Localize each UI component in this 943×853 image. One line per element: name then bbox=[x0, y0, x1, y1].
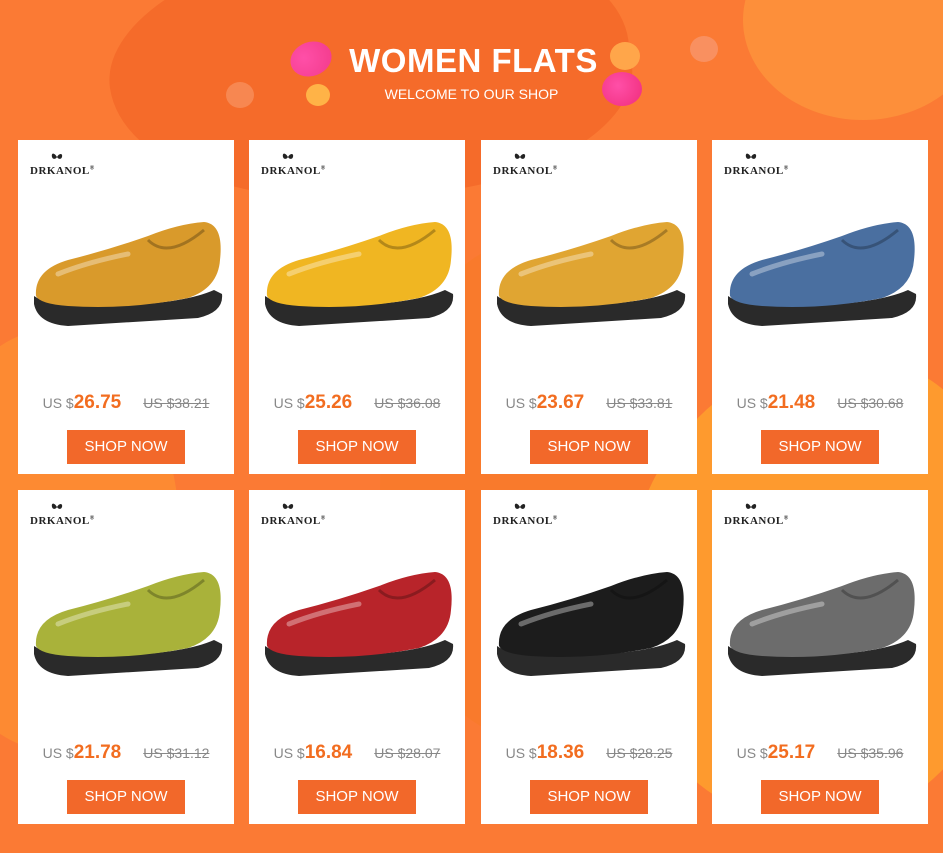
sale-price: 25.26 bbox=[304, 392, 353, 413]
silver-loafer-icon bbox=[728, 572, 917, 676]
product-card[interactable]: DRKANOL® US $25.26 US $36.08 SHOP NOW bbox=[249, 140, 465, 474]
shop-now-button[interactable]: SHOP NOW bbox=[761, 780, 879, 814]
flower-flat-icon bbox=[34, 572, 223, 676]
product-card[interactable]: DRKANOL® US $23.67 US $33.81 SHOP NOW bbox=[481, 140, 697, 474]
original-price: US $38.21 bbox=[143, 395, 210, 411]
product-card[interactable]: DRKANOL® US $18.36 US $28.25 SHOP NOW bbox=[481, 490, 697, 824]
brand-name: DRKANOL bbox=[724, 515, 784, 527]
original-price: US $35.96 bbox=[837, 745, 904, 761]
brand-name: DRKANOL bbox=[261, 515, 321, 527]
price-row: US $25.26 US $36.08 bbox=[249, 392, 465, 414]
banner-header: WOMEN FLATS WELCOME TO OUR SHOP bbox=[0, 42, 943, 102]
page-title: WOMEN FLATS bbox=[349, 42, 598, 79]
original-price: US $33.81 bbox=[606, 395, 673, 411]
currency-label: US $ bbox=[505, 745, 537, 761]
currency-label: US $ bbox=[273, 395, 305, 411]
brand-name: DRKANOL bbox=[493, 165, 553, 177]
sale-price: 23.67 bbox=[536, 392, 585, 413]
butterfly-icon bbox=[514, 153, 526, 159]
brand-logo: DRKANOL® bbox=[30, 150, 95, 177]
product-card[interactable]: DRKANOL® US $21.48 US $30.68 SHOP NOW bbox=[712, 140, 928, 474]
page-subtitle: WELCOME TO OUR SHOP bbox=[384, 86, 559, 102]
shop-now-button[interactable]: SHOP NOW bbox=[67, 780, 185, 814]
price-row: US $16.84 US $28.07 bbox=[249, 742, 465, 764]
sale-price: 18.36 bbox=[536, 742, 585, 763]
shop-now-button[interactable]: SHOP NOW bbox=[761, 430, 879, 464]
product-card[interactable]: DRKANOL® US $16.84 US $28.07 SHOP NOW bbox=[249, 490, 465, 824]
butterfly-icon bbox=[745, 503, 757, 509]
brand-logo: DRKANOL® bbox=[261, 500, 326, 527]
butterfly-icon bbox=[514, 503, 526, 509]
brand-logo: DRKANOL® bbox=[724, 150, 789, 177]
brand-name: DRKANOL bbox=[30, 165, 90, 177]
brand-logo: DRKANOL® bbox=[493, 150, 558, 177]
red-lace-up-shoe-icon bbox=[265, 572, 454, 676]
sale-price: 25.17 bbox=[767, 742, 816, 763]
original-price: US $28.25 bbox=[606, 745, 673, 761]
product-card[interactable]: DRKANOL® US $25.17 US $35.96 SHOP NOW bbox=[712, 490, 928, 824]
price-row: US $18.36 US $28.25 bbox=[481, 742, 697, 764]
original-price: US $28.07 bbox=[374, 745, 441, 761]
shop-now-button[interactable]: SHOP NOW bbox=[67, 430, 185, 464]
shop-now-button[interactable]: SHOP NOW bbox=[298, 430, 416, 464]
price-row: US $23.67 US $33.81 bbox=[481, 392, 697, 414]
product-card[interactable]: DRKANOL® US $26.75 US $38.21 SHOP NOW bbox=[18, 140, 234, 474]
brand-logo: DRKANOL® bbox=[724, 500, 789, 527]
yellow-loafer-icon bbox=[265, 222, 454, 326]
brand-name: DRKANOL bbox=[261, 165, 321, 177]
cutout-mary-jane-shoe-icon bbox=[34, 222, 223, 326]
sale-price: 21.48 bbox=[767, 392, 816, 413]
price-row: US $21.48 US $30.68 bbox=[712, 392, 928, 414]
butterfly-icon bbox=[51, 153, 63, 159]
shop-now-button[interactable]: SHOP NOW bbox=[530, 430, 648, 464]
currency-label: US $ bbox=[505, 395, 537, 411]
currency-label: US $ bbox=[42, 745, 74, 761]
sale-price: 26.75 bbox=[73, 392, 122, 413]
butterfly-icon bbox=[51, 503, 63, 509]
price-row: US $25.17 US $35.96 bbox=[712, 742, 928, 764]
patchwork-loafer-icon bbox=[728, 222, 917, 326]
currency-label: US $ bbox=[736, 395, 768, 411]
original-price: US $30.68 bbox=[837, 395, 904, 411]
product-card[interactable]: DRKANOL® US $21.78 US $31.12 SHOP NOW bbox=[18, 490, 234, 824]
currency-label: US $ bbox=[736, 745, 768, 761]
brand-name: DRKANOL bbox=[30, 515, 90, 527]
brand-logo: DRKANOL® bbox=[261, 150, 326, 177]
brand-logo: DRKANOL® bbox=[30, 500, 95, 527]
original-price: US $31.12 bbox=[143, 745, 210, 761]
strap-moccasin-icon bbox=[497, 222, 686, 326]
shop-now-button[interactable]: SHOP NOW bbox=[530, 780, 648, 814]
brand-logo: DRKANOL® bbox=[493, 500, 558, 527]
sale-price: 21.78 bbox=[73, 742, 122, 763]
original-price: US $36.08 bbox=[374, 395, 441, 411]
butterfly-icon bbox=[282, 503, 294, 509]
brand-name: DRKANOL bbox=[493, 515, 553, 527]
price-row: US $26.75 US $38.21 bbox=[18, 392, 234, 414]
currency-label: US $ bbox=[42, 395, 74, 411]
currency-label: US $ bbox=[273, 745, 305, 761]
butterfly-icon bbox=[282, 153, 294, 159]
shop-now-button[interactable]: SHOP NOW bbox=[298, 780, 416, 814]
brand-name: DRKANOL bbox=[724, 165, 784, 177]
butterfly-icon bbox=[745, 153, 757, 159]
black-strap-shoe-icon bbox=[497, 572, 686, 676]
sale-price: 16.84 bbox=[304, 742, 353, 763]
price-row: US $21.78 US $31.12 bbox=[18, 742, 234, 764]
